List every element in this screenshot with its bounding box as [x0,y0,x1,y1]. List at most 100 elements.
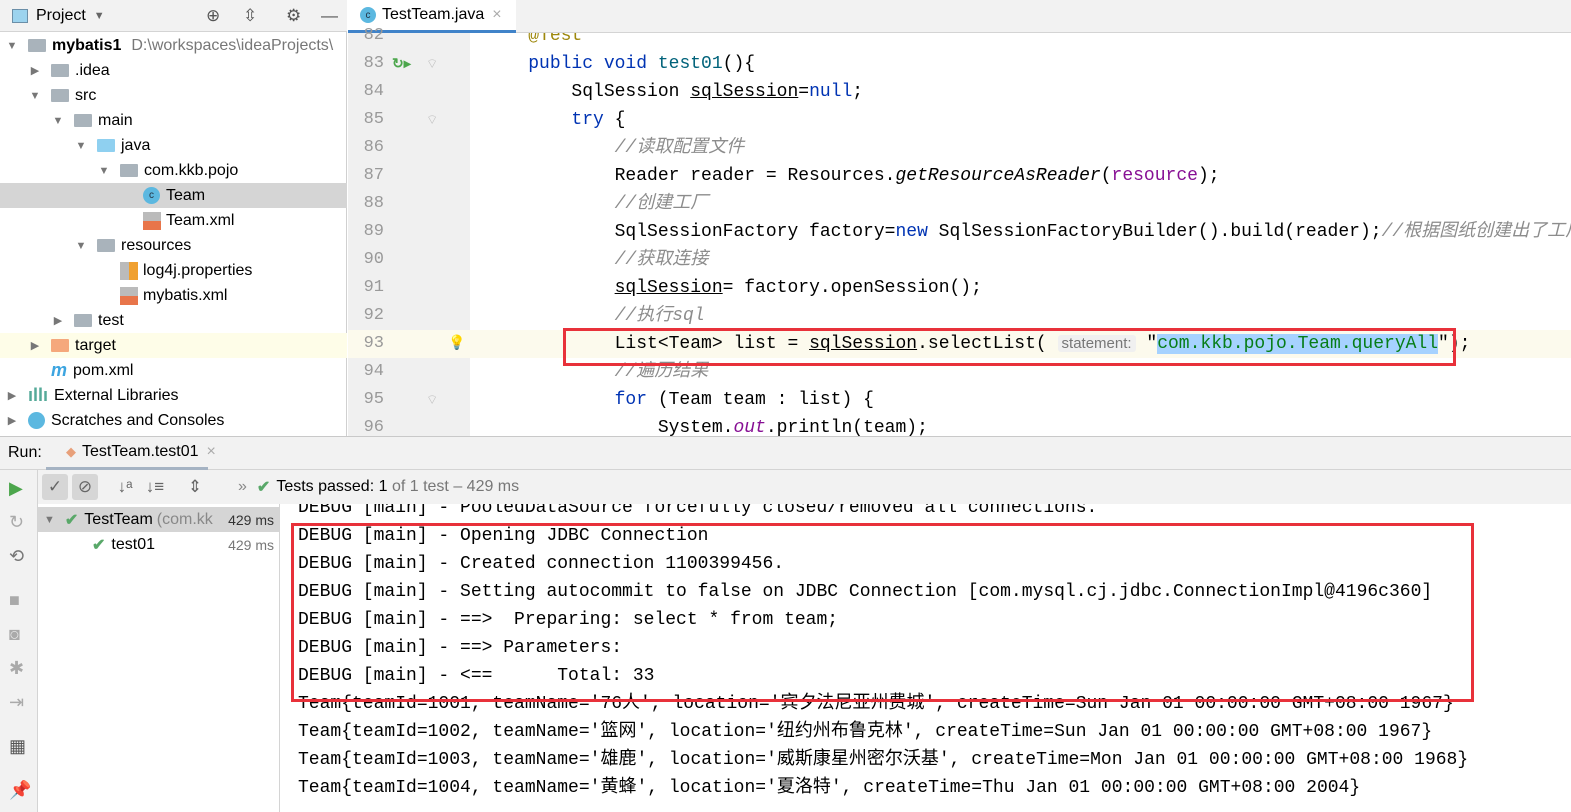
intention-bulb-icon[interactable]: 💡 [448,334,465,351]
tree-item[interactable]: m pom.xml [0,358,347,383]
tree-item[interactable]: ▶ test [0,308,347,333]
run-test-icon[interactable]: ↻▸ [392,55,411,72]
folder-blue-icon [97,139,115,152]
tree-item[interactable]: ▼ java [0,133,347,158]
line-number: 88 [363,194,384,213]
code-token: ( [1100,166,1112,186]
rerun-failed-icon[interactable]: ↻ [9,512,24,533]
locate-icon[interactable]: ⊕ [206,6,220,26]
chevron-down-icon[interactable]: ▼ [98,165,110,177]
tree-item-label: pom.xml [73,361,134,379]
code-line: //创建工厂 [485,190,709,218]
test-tree: ▼ ✔ TestTeam (com.kk 429 ms ✔ test01 429… [38,504,280,812]
code-line: public void test01(){ [485,50,755,78]
chevron-down-icon[interactable]: ▼ [29,90,41,102]
tree-item[interactable]: ▼ resources [0,233,347,258]
sort-duration-icon[interactable]: ↓≡ [142,474,168,500]
sort-alpha-icon[interactable]: ↓ᵃ [112,474,138,500]
run-header: Run: ◆ TestTeam.test01 × [0,437,1571,470]
tree-item[interactable]: ▼ src [0,83,347,108]
check-icon: ✔ [256,479,271,496]
console-line: Team{teamId=1004, teamName='黄蜂', locatio… [298,778,1361,798]
collapse-all-icon[interactable]: ⇳ [243,6,257,26]
chevron-down-icon[interactable]: ▼ [75,140,87,152]
code-line: for (Team team : list) { [485,386,874,414]
test-suite-row[interactable]: ▼ ✔ TestTeam (com.kk 429 ms [38,507,279,532]
code-token: try [571,110,604,130]
fold-icon[interactable]: ⌔ [426,56,438,72]
line-number: 96 [363,418,384,437]
chevron-right-icon[interactable]: ▶ [52,314,64,327]
code-token: for [614,390,648,410]
expand-all-icon[interactable]: ⇕ [182,474,208,500]
minimize-icon[interactable]: — [321,6,338,26]
check-icon: ✔ [92,536,106,554]
chevron-right-icon[interactable]: ▶ [29,339,41,352]
code-token: public void [528,54,658,74]
code-token: sqlSession [690,82,799,102]
chevron-down-icon[interactable]: ▼ [6,40,18,52]
show-passed-icon[interactable]: ✓ [42,474,68,500]
tree-item[interactable]: log4j.properties [0,258,347,283]
project-title[interactable]: Project [36,7,86,25]
run-icon[interactable]: ▶ [9,478,23,499]
folder-orange-icon [51,339,69,352]
chevron-down-icon[interactable]: ▼ [44,514,55,526]
layout-icon[interactable]: ▦ [9,736,26,757]
stop-icon[interactable]: ■ [9,590,20,611]
fold-icon[interactable]: ⌔ [426,112,438,128]
gear-icon[interactable]: ⚙ [286,6,301,26]
tab-run-config[interactable]: ◆ TestTeam.test01 × [46,437,216,470]
editor-tab-bar: c TestTeam.java × [348,0,1571,33]
toggle-auto-test-icon[interactable]: ⟲ [9,546,24,567]
pin-icon[interactable]: 📌 [9,780,31,801]
code-editor[interactable]: @Test public void test01(){ SqlSession s… [470,33,1571,436]
xml-icon [143,211,161,230]
chevron-down-icon[interactable]: ▼ [52,115,64,127]
line-number: 83 [363,54,384,73]
tree-item-label: Scratches and Consoles [51,411,225,429]
tree-item[interactable]: mybatis.xml [0,283,347,308]
chevron-right-icon[interactable]: ▶ [6,389,18,402]
tree-item[interactable]: ▶ ıllı External Libraries [0,383,347,408]
java-class-icon: c [360,7,376,23]
camera-icon[interactable]: ◙ [9,624,20,645]
show-ignored-icon[interactable]: ⊘ [72,474,98,500]
code-token: //创建工厂 [614,194,709,214]
line-number: 94 [363,362,384,381]
tree-item[interactable]: ▼ mybatis1 D:\workspaces\ideaProjects\ [0,33,347,58]
tree-item[interactable]: ▶ .idea [0,58,347,83]
code-token: //读取配置文件 [614,138,745,158]
package-icon [120,164,138,177]
debug-icon[interactable]: ✱ [9,658,24,679]
test-case-row[interactable]: ✔ test01 429 ms [38,532,279,557]
import-icon[interactable]: ⇥ [9,692,24,713]
tree-item[interactable]: c Team [0,183,347,208]
code-token: resource [1111,166,1198,186]
tree-item[interactable]: ▼ main [0,108,347,133]
code-line: @Test [485,33,582,50]
tree-item[interactable]: ▼ com.kkb.pojo [0,158,347,183]
chevron-right-icon[interactable]: ▶ [29,64,41,77]
console-line: DEBUG [main] - PooledDataSource forceful… [298,504,1098,518]
line-number: 85 [363,110,384,129]
tree-item[interactable]: Team.xml [0,208,347,233]
line-number: 90 [363,250,384,269]
code-line: SqlSessionFactory factory=new SqlSession… [485,218,1571,246]
code-token: //根据图纸创建出了工厂 [1381,222,1571,242]
close-icon[interactable]: × [492,6,501,24]
folder-icon [74,114,92,127]
chevron-down-icon[interactable]: ▼ [94,10,105,22]
more-icon[interactable]: » [238,478,247,496]
chevron-right-icon[interactable]: ▶ [6,414,18,427]
console-output[interactable]: DEBUG [main] - PooledDataSource forceful… [283,504,1571,812]
fold-icon[interactable]: ⌔ [426,392,438,408]
tree-item-label: mybatis1 [52,36,122,54]
close-icon[interactable]: × [207,443,216,461]
class-icon: c [143,187,160,204]
tree-item[interactable]: ▶ target [0,333,347,358]
chevron-down-icon[interactable]: ▼ [75,240,87,252]
tree-item[interactable]: ▶ Scratches and Consoles [0,408,347,433]
